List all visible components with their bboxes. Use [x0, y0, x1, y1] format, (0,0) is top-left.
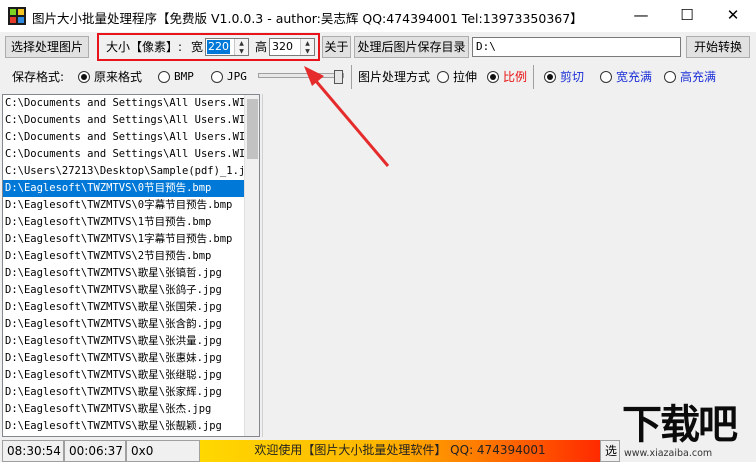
format-original-radio[interactable] — [78, 71, 90, 83]
height-label: 高 — [255, 40, 268, 54]
format-jpg-label[interactable]: JPG — [227, 70, 247, 84]
width-label: 宽 — [191, 40, 204, 54]
file-list-item[interactable]: D:\Eaglesoft\TWZMTVS\0节目预告.bmp — [3, 180, 245, 197]
annotation-arrow-icon — [304, 66, 390, 167]
save-dir-button[interactable]: 处理后图片保存目录 — [354, 36, 469, 58]
status-message: 欢迎使用【图片大小批量处理软件】 QQ: 474394001 — [200, 440, 600, 462]
window-title: 图片大小批量处理程序【免费版 V1.0.0.3 - author:吴志辉 QQ:… — [32, 11, 583, 26]
spin-up-icon[interactable]: ▲ — [235, 39, 248, 47]
start-convert-button[interactable]: 开始转换 — [686, 36, 750, 58]
width-value[interactable]: 220 — [207, 40, 230, 54]
spin-up-icon[interactable]: ▲ — [301, 39, 314, 47]
file-list-item[interactable]: C:\Documents and Settings\All Users.WIND… — [3, 95, 245, 112]
maximize-button[interactable]: ☐ — [664, 0, 710, 32]
title-bar: 图片大小批量处理程序【免费版 V1.0.0.3 - author:吴志辉 QQ:… — [0, 0, 756, 32]
file-list-item[interactable]: D:\Eaglesoft\TWZMTVS\2节目预告.bmp — [3, 248, 245, 265]
file-list-item[interactable]: D:\Eaglesoft\TWZMTVS\歌星\张含韵.jpg — [3, 316, 245, 333]
file-list-item[interactable]: C:\Documents and Settings\All Users.WIND… — [3, 129, 245, 146]
spin-down-icon[interactable]: ▼ — [235, 47, 248, 55]
crop-fill-height-radio[interactable] — [664, 71, 676, 83]
file-list-item[interactable]: D:\Eaglesoft\TWZMTVS\歌星\张靓颖.jpg — [3, 418, 245, 435]
status-elapsed: 00:06:37 — [64, 440, 126, 462]
file-list-item[interactable]: D:\Eaglesoft\TWZMTVS\歌星\张惠妹.jpg — [3, 350, 245, 367]
crop-fill-width-radio[interactable] — [600, 71, 612, 83]
format-original-label[interactable]: 原来格式 — [94, 70, 142, 84]
method-ratio-label[interactable]: 比例 — [503, 70, 527, 84]
select-images-button[interactable]: 选择处理图片 — [5, 36, 89, 58]
file-list-item[interactable]: D:\Eaglesoft\TWZMTVS\歌星\张洪量.jpg — [3, 333, 245, 350]
status-time: 08:30:54 — [2, 440, 64, 462]
width-stepper[interactable]: 220 ▲ ▼ — [205, 38, 249, 56]
height-spin[interactable]: ▲ ▼ — [300, 39, 314, 55]
file-list-item[interactable]: D:\Eaglesoft\TWZMTVS\歌星\张杰.jpg — [3, 401, 245, 418]
crop-cut-radio[interactable] — [544, 71, 556, 83]
minimize-button[interactable]: — — [618, 0, 664, 32]
close-button[interactable]: ✕ — [710, 0, 756, 32]
file-list-item[interactable]: D:\Eaglesoft\TWZMTVS\1字幕节目预告.bmp — [3, 231, 245, 248]
format-bmp-radio[interactable] — [158, 71, 170, 83]
watermark-brand: 下载吧 — [622, 402, 738, 448]
height-value[interactable]: 320 — [271, 40, 294, 54]
height-stepper[interactable]: 320 ▲ ▼ — [269, 38, 315, 56]
method-stretch-label[interactable]: 拉伸 — [453, 70, 477, 84]
scrollbar-thumb[interactable] — [247, 99, 258, 159]
file-list-item[interactable]: D:\Eaglesoft\TWZMTVS\歌星\张鸽子.jpg — [3, 282, 245, 299]
file-list-item[interactable]: D:\Eaglesoft\TWZMTVS\歌星\张镐哲.jpg — [3, 265, 245, 282]
status-code: 0x0 — [126, 440, 200, 462]
format-jpg-radio[interactable] — [211, 71, 223, 83]
watermark-logo: 下载吧 www.xiazaiba.com — [612, 402, 754, 462]
save-dir-input[interactable]: D:\ — [472, 37, 681, 57]
crop-separator — [533, 65, 534, 89]
file-list[interactable]: C:\Documents and Settings\All Users.WIND… — [2, 94, 260, 437]
file-list-item[interactable]: D:\Eaglesoft\TWZMTVS\0字幕节目预告.bmp — [3, 197, 245, 214]
watermark-url: www.xiazaiba.com — [624, 448, 713, 459]
method-stretch-radio[interactable] — [437, 71, 449, 83]
crop-fill-width-label[interactable]: 宽充满 — [616, 70, 652, 84]
width-spin[interactable]: ▲ ▼ — [234, 39, 248, 55]
file-list-item[interactable]: C:\Users\27213\Desktop\Sample(pdf)_1.jpg — [3, 163, 245, 180]
file-list-item[interactable]: D:\Eaglesoft\TWZMTVS\歌星\张国荣.jpg — [3, 299, 245, 316]
crop-cut-label[interactable]: 剪切 — [560, 70, 584, 84]
file-list-item[interactable]: D:\Eaglesoft\TWZMTVS\歌星\张家辉.jpg — [3, 384, 245, 401]
size-label: 大小【像素】: — [106, 40, 183, 54]
format-bmp-label[interactable]: BMP — [174, 70, 194, 84]
file-list-item[interactable]: D:\Eaglesoft\TWZMTVS\1节目预告.bmp — [3, 214, 245, 231]
file-list-item[interactable]: C:\Documents and Settings\All Users.WIND… — [3, 146, 245, 163]
app-icon — [8, 7, 26, 25]
save-format-label: 保存格式: — [12, 70, 65, 84]
file-list-scrollbar[interactable] — [244, 95, 259, 436]
spin-down-icon[interactable]: ▼ — [301, 47, 314, 55]
about-button[interactable]: 关于 — [322, 36, 351, 58]
method-ratio-radio[interactable] — [487, 71, 499, 83]
file-rows: C:\Documents and Settings\All Users.WIND… — [3, 95, 259, 435]
file-list-item[interactable]: C:\Documents and Settings\All Users.WIND… — [3, 112, 245, 129]
file-list-item[interactable]: D:\Eaglesoft\TWZMTVS\歌星\张继聪.jpg — [3, 367, 245, 384]
crop-fill-height-label[interactable]: 高充满 — [680, 70, 716, 84]
